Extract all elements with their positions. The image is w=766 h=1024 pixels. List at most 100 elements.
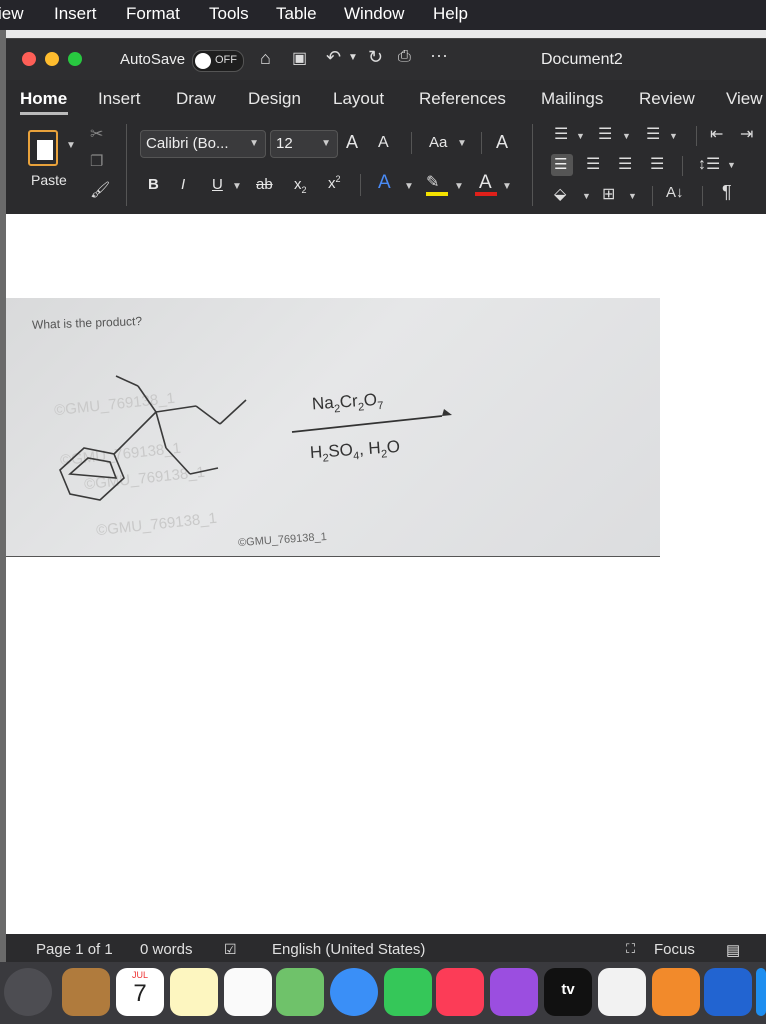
align-center-icon[interactable]: ☰ (586, 154, 600, 174)
calendar-icon[interactable]: JUL 7 (116, 968, 164, 1016)
tab-insert[interactable]: Insert (98, 89, 141, 109)
bond (137, 385, 157, 413)
news-icon[interactable] (598, 968, 646, 1016)
cut-icon[interactable]: ✂ (90, 124, 103, 144)
undo-icon[interactable]: ↶ (326, 47, 341, 68)
change-case-button[interactable]: Aa (429, 134, 447, 151)
format-painter-icon[interactable]: 🖌 (90, 180, 110, 200)
multilevel-list-icon[interactable]: ☰ (646, 124, 660, 144)
chevron-down-icon[interactable]: ▼ (576, 131, 585, 141)
autosave-state: OFF (215, 54, 237, 66)
grow-font-button[interactable]: A (346, 132, 358, 153)
superscript-button[interactable]: x2 (328, 174, 341, 192)
chevron-down-icon[interactable]: ▼ (457, 138, 467, 149)
numbering-icon[interactable]: ☰ (598, 124, 612, 144)
print-icon[interactable]: ⎙ (398, 48, 411, 66)
notes-icon[interactable] (170, 968, 218, 1016)
align-right-icon[interactable]: ☰ (618, 154, 632, 174)
menu-tools[interactable]: Tools (209, 4, 249, 24)
close-window-button[interactable] (22, 52, 36, 66)
strikethrough-button[interactable]: ab (256, 176, 273, 193)
tab-draw[interactable]: Draw (176, 89, 216, 109)
tab-view[interactable]: View (726, 89, 763, 109)
zoom-window-button[interactable] (68, 52, 82, 66)
chevron-down-icon[interactable]: ▼ (454, 181, 464, 192)
music-icon[interactable] (436, 968, 484, 1016)
shrink-font-button[interactable]: A (378, 134, 389, 152)
page-count[interactable]: Page 1 of 1 (36, 941, 113, 958)
clear-formatting-icon[interactable]: A (496, 132, 508, 153)
paste-dropdown-icon[interactable]: ▼ (66, 140, 76, 151)
save-icon[interactable]: ▣ (292, 48, 307, 68)
menu-help[interactable]: Help (433, 4, 468, 24)
podcasts-icon[interactable] (490, 968, 538, 1016)
tab-home[interactable]: Home (20, 89, 67, 109)
divider (411, 132, 412, 154)
sort-icon[interactable]: A↓ (666, 184, 684, 201)
chevron-down-icon[interactable]: ▼ (622, 131, 631, 141)
tab-mailings[interactable]: Mailings (541, 89, 603, 109)
bold-button[interactable]: B (148, 176, 159, 193)
facetime-icon[interactable] (384, 968, 432, 1016)
word-count[interactable]: 0 words (140, 941, 193, 958)
tab-references[interactable]: References (419, 89, 506, 109)
underline-button[interactable]: U (212, 176, 223, 193)
books-icon[interactable] (652, 968, 700, 1016)
align-left-button[interactable]: ☰ (551, 154, 573, 176)
chevron-down-icon[interactable]: ▼ (669, 131, 678, 141)
more-icon[interactable]: ··· (430, 45, 448, 66)
contacts-icon[interactable] (62, 968, 110, 1016)
paste-icon[interactable] (28, 130, 58, 166)
maps-icon[interactable] (276, 968, 324, 1016)
active-tab-indicator (20, 112, 68, 115)
borders-icon[interactable]: ⊞ (602, 184, 615, 204)
menu-insert[interactable]: Insert (54, 4, 97, 24)
benzene-inner-bond (68, 457, 118, 479)
tab-layout[interactable]: Layout (333, 89, 384, 109)
language[interactable]: English (United States) (272, 941, 425, 958)
redo-icon[interactable]: ↻ (368, 47, 383, 68)
copy-icon[interactable]: ❐ (90, 152, 103, 170)
inserted-image[interactable]: What is the product? ©GMU_769138_1 ©GMU_… (6, 298, 660, 557)
font-size-select[interactable]: 12 ▼ (270, 130, 338, 158)
chevron-down-icon[interactable]: ▼ (582, 191, 591, 201)
autosave-toggle[interactable]: OFF (192, 50, 244, 72)
messages-icon[interactable] (330, 968, 378, 1016)
focus-icon[interactable]: ⛶ (626, 941, 635, 957)
menu-format[interactable]: Format (126, 4, 180, 24)
launchpad-icon[interactable] (4, 968, 52, 1016)
bullets-icon[interactable]: ☰ (554, 124, 568, 144)
reminders-icon[interactable] (224, 968, 272, 1016)
shading-icon[interactable]: ⬙ (554, 184, 566, 204)
tab-design[interactable]: Design (248, 89, 301, 109)
undo-dropdown-icon[interactable]: ▼ (348, 52, 358, 63)
menu-table[interactable]: Table (276, 4, 317, 24)
increase-indent-icon[interactable]: ⇥ (740, 124, 753, 144)
menu-window[interactable]: Window (344, 4, 404, 24)
highlighter-icon[interactable]: ✎ (426, 172, 439, 192)
minimize-window-button[interactable] (45, 52, 59, 66)
chevron-down-icon[interactable]: ▼ (404, 181, 414, 192)
chevron-down-icon[interactable]: ▼ (727, 160, 736, 170)
line-spacing-icon[interactable]: ↕☰ (698, 154, 720, 174)
pilcrow-button[interactable]: ¶ (722, 182, 732, 203)
menu-view[interactable]: iew (0, 4, 24, 24)
decrease-indent-icon[interactable]: ⇤ (710, 124, 723, 144)
print-layout-icon[interactable]: ▤ (726, 941, 740, 959)
font-color-button[interactable]: A (479, 172, 492, 194)
home-icon[interactable]: ⌂ (260, 48, 271, 69)
focus-label[interactable]: Focus (654, 941, 695, 958)
proofing-icon[interactable]: ☑ (224, 941, 237, 958)
font-name-select[interactable]: Calibri (Bo... ▼ (140, 130, 266, 158)
chevron-down-icon[interactable]: ▼ (232, 181, 242, 192)
text-effects-button[interactable]: A (378, 172, 391, 194)
justify-icon[interactable]: ☰ (650, 154, 664, 174)
app-icon[interactable] (704, 968, 752, 1016)
subscript-button[interactable]: x2 (294, 176, 307, 195)
chevron-down-icon[interactable]: ▼ (502, 181, 512, 192)
tab-review[interactable]: Review (639, 89, 695, 109)
italic-button[interactable]: I (181, 176, 185, 193)
app-icon-partial[interactable] (756, 968, 766, 1016)
chevron-down-icon[interactable]: ▼ (628, 191, 637, 201)
apple-tv-icon[interactable]: tv (544, 968, 592, 1016)
